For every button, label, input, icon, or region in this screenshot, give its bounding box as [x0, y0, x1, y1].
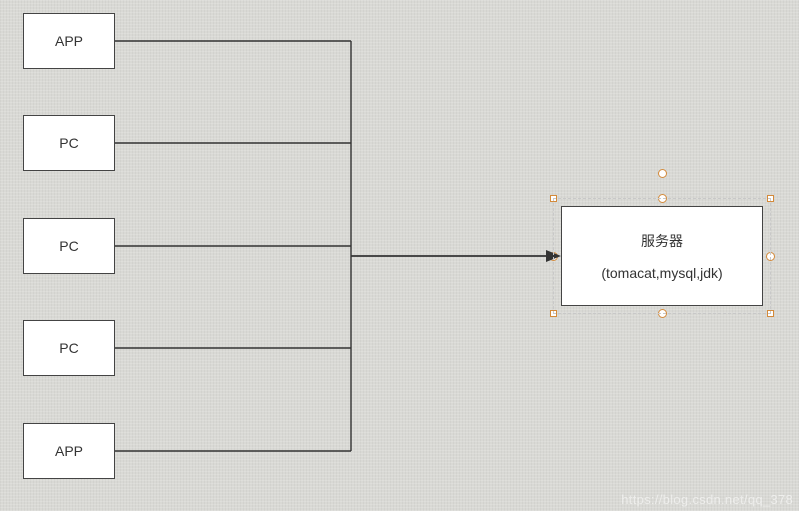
server-box[interactable]: 服务器 (tomacat,mysql,jdk) — [561, 206, 763, 306]
client-label: PC — [59, 135, 78, 151]
client-box-pc-1[interactable]: PC — [23, 115, 115, 171]
client-label: APP — [55, 33, 83, 49]
client-box-pc-3[interactable]: PC — [23, 320, 115, 376]
client-box-app-2[interactable]: APP — [23, 423, 115, 479]
server-title: 服务器 — [641, 231, 683, 251]
client-label: PC — [59, 340, 78, 356]
client-box-app-1[interactable]: APP — [23, 13, 115, 69]
server-subtitle: (tomacat,mysql,jdk) — [601, 265, 722, 281]
client-label: PC — [59, 238, 78, 254]
client-box-pc-2[interactable]: PC — [23, 218, 115, 274]
client-label: APP — [55, 443, 83, 459]
